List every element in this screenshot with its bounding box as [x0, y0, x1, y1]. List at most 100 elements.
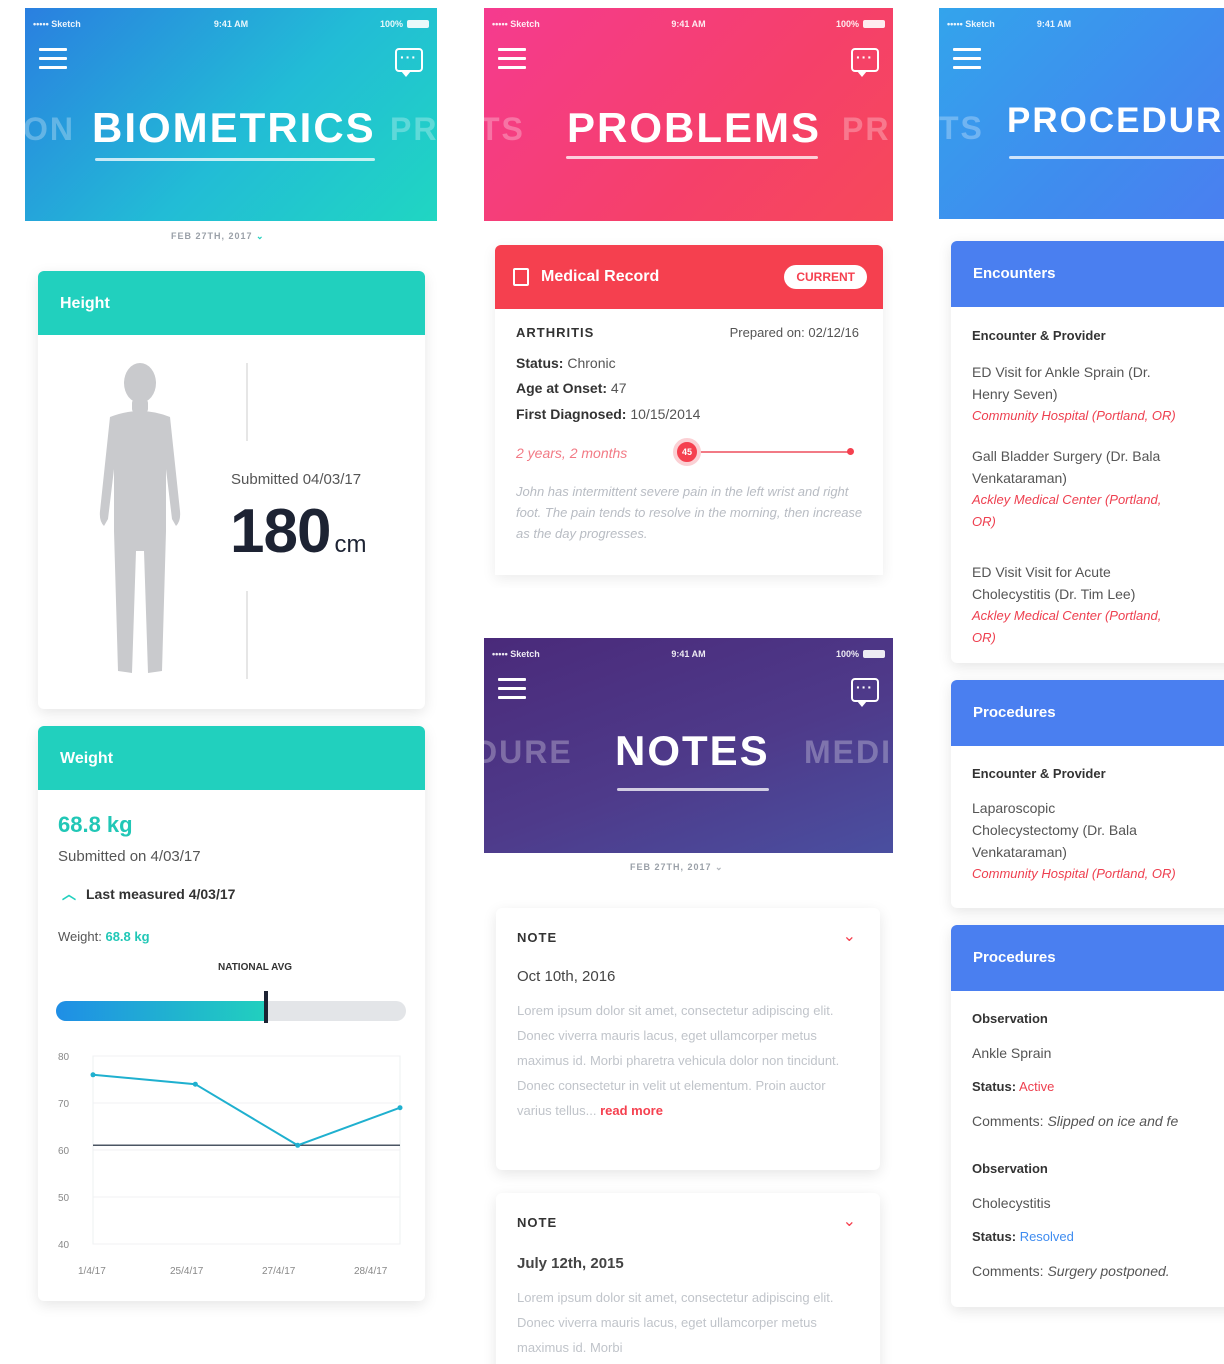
chart-x-tick-label: 28/4/17: [354, 1266, 388, 1277]
title-underline: [566, 156, 818, 159]
observation-comments: Comments: Surgery postponed.: [972, 1263, 1224, 1279]
note-card[interactable]: NOTE ⌄ Oct 10th, 2016 Lorem ipsum dolor …: [496, 908, 880, 1170]
timeline-end-dot: [847, 448, 854, 455]
battery-label: 100%: [835, 19, 859, 29]
status-bar: ••••• Sketch 9:41 AM: [939, 17, 1224, 33]
hamburger-menu-icon[interactable]: [498, 678, 526, 702]
prev-section-tab[interactable]: TS: [484, 111, 525, 148]
encounters-column-header: Encounter & Provider: [972, 328, 1106, 343]
weight-value: 68.8 kg: [58, 812, 133, 837]
chevron-down-icon[interactable]: ⌄: [843, 1211, 856, 1231]
observations-card: Procedures Observation Ankle Sprain Stat…: [951, 925, 1224, 1307]
observation-label: Observation: [972, 1161, 1048, 1176]
prev-section-tab[interactable]: DURE: [484, 734, 573, 771]
medical-record-title: Medical Record: [541, 268, 660, 285]
chart-x-tick-label: 27/4/17: [262, 1266, 296, 1277]
observation-comments-label: Comments:: [972, 1113, 1044, 1129]
observation-comments-text: Surgery postponed.: [1047, 1263, 1170, 1279]
weight-card-header: Weight: [38, 726, 425, 790]
battery-label: 100%: [835, 649, 859, 659]
hamburger-menu-icon[interactable]: [498, 48, 526, 72]
height-submitted: Submitted 04/03/17: [231, 471, 362, 488]
read-more-link[interactable]: read more: [600, 1103, 663, 1118]
status-bar: ••••• Sketch 9:41 AM 100%: [484, 647, 893, 663]
battery-label: 100%: [379, 19, 403, 29]
title-underline: [95, 158, 375, 161]
observation-comments-text: Slipped on ice and fe: [1047, 1113, 1179, 1129]
procedure-line: Laparoscopic: [972, 800, 1056, 816]
procedures-header-bar: Procedures: [951, 680, 1224, 746]
encounter-item[interactable]: ED Visit Visit for Acute Cholecystitis (…: [972, 561, 1161, 649]
chart-x-tick-label: 25/4/17: [170, 1266, 204, 1277]
procedure-item[interactable]: Laparoscopic Cholecystectomy (Dr. Bala V…: [972, 797, 1176, 885]
observation-name: Cholecystitis: [972, 1195, 1051, 1211]
current-badge[interactable]: CURRENT: [784, 265, 867, 289]
weight-progress-fill: [56, 1001, 266, 1021]
age-row: Age at Onset: 47: [516, 380, 626, 396]
date-selector[interactable]: FEB 27TH, 2017 ⌄: [630, 862, 724, 873]
observation-label: Observation: [972, 1011, 1048, 1026]
chart-point: [397, 1105, 403, 1111]
observation-status-value: Active: [1018, 1079, 1055, 1094]
encounter-item[interactable]: ED Visit for Ankle Sprain (Dr. Henry Sev…: [972, 361, 1176, 427]
chat-icon[interactable]: [395, 48, 423, 77]
height-card: Height Submitted 04/03/17 180 cm: [38, 271, 425, 709]
notes-header: ••••• Sketch 9:41 AM 100% DURE NOTES MED…: [484, 638, 893, 853]
weight-chart: 80 70 60 50 40 1/4/17 25/4/17 27/4/17 28/4/17: [58, 1052, 403, 1277]
chart-x-tick-label: 1/4/17: [78, 1266, 106, 1277]
timeline-marker[interactable]: 45: [673, 438, 701, 466]
encounters-card: Encounters Encounter & Provider ED Visit…: [951, 241, 1224, 663]
status-bar: ••••• Sketch 9:41 AM 100%: [25, 17, 437, 33]
next-section-tab[interactable]: PR: [390, 111, 437, 148]
problems-header: ••••• Sketch 9:41 AM 100% TS PROBLEMS PR: [484, 8, 893, 221]
chevron-up-icon: ︿: [62, 886, 76, 902]
condition-description: John has intermittent severe pain in the…: [516, 484, 863, 541]
observation-item[interactable]: Observation Cholecystitis Status: Resolv…: [972, 1161, 1224, 1279]
chart-y-tick-label: 60: [58, 1146, 70, 1157]
timeline-track: [685, 451, 851, 453]
prepared-date: Prepared on: 02/12/16: [729, 325, 859, 340]
age-label: Age at Onset:: [516, 380, 608, 396]
battery-indicator: 100%: [380, 19, 429, 29]
prev-section-tab[interactable]: TS: [939, 110, 984, 147]
prev-section-tab[interactable]: ON: [25, 111, 75, 148]
clock: 9:41 AM: [1036, 19, 1072, 29]
procedures-card: Procedures Encounter & Provider Laparosc…: [951, 680, 1224, 908]
date-selector[interactable]: FEB 27TH, 2017 ⌄: [171, 231, 265, 242]
diagnosed-label: First Diagnosed:: [516, 406, 627, 422]
battery-icon: [863, 650, 885, 658]
last-measured-label: Last measured 4/03/17: [86, 886, 236, 902]
note-date: Oct 10th, 2016: [517, 968, 616, 985]
height-scale-top: [246, 363, 248, 441]
hamburger-menu-icon[interactable]: [39, 48, 67, 72]
chat-icon[interactable]: [851, 48, 879, 77]
encounter-item[interactable]: Gall Bladder Surgery (Dr. Bala Venkatara…: [972, 445, 1161, 533]
encounter-place: OR): [972, 514, 996, 529]
procedures-screen: ••••• Sketch 9:41 AM TS PROCEDUR Encount…: [939, 8, 1224, 1364]
procedure-place: Community Hospital (Portland, OR): [972, 866, 1176, 881]
clipboard-icon: [513, 268, 529, 286]
observation-status: Status: Resolved: [972, 1229, 1224, 1263]
next-section-tab[interactable]: PR: [842, 111, 890, 148]
encounter-line: Gall Bladder Surgery (Dr. Bala: [972, 448, 1161, 464]
encounter-line: Cholecystitis (Dr. Tim Lee): [972, 586, 1136, 602]
battery-indicator: 100%: [836, 19, 885, 29]
biometrics-screen: ••••• Sketch 9:41 AM 100% ON BIOMETRICS …: [25, 8, 437, 1364]
observation-status-label: Status:: [972, 1229, 1017, 1244]
next-section-tab[interactable]: MEDI: [804, 734, 892, 771]
battery-icon: [863, 20, 885, 28]
title-underline: [617, 788, 769, 791]
note-card[interactable]: NOTE ⌄ July 12th, 2015 Lorem ipsum dolor…: [496, 1193, 880, 1364]
chat-icon[interactable]: [851, 678, 879, 707]
status-value: Chronic: [567, 355, 616, 371]
observation-item[interactable]: Observation Ankle Sprain Status: Active …: [972, 1011, 1224, 1129]
last-measured-toggle[interactable]: ︿ Last measured 4/03/17: [62, 884, 235, 904]
note-body-text: Lorem ipsum dolor sit amet, consectetur …: [517, 1003, 840, 1118]
status-label: Status:: [516, 355, 564, 371]
chevron-down-icon[interactable]: ⌄: [843, 926, 856, 946]
weight-summary: Weight: 68.8 kg: [58, 929, 150, 944]
hamburger-menu-icon[interactable]: [953, 48, 981, 72]
date-label: FEB 27TH, 2017: [171, 231, 253, 241]
height-scale-bottom: [246, 591, 248, 679]
status-row: Status: Chronic: [516, 355, 616, 371]
